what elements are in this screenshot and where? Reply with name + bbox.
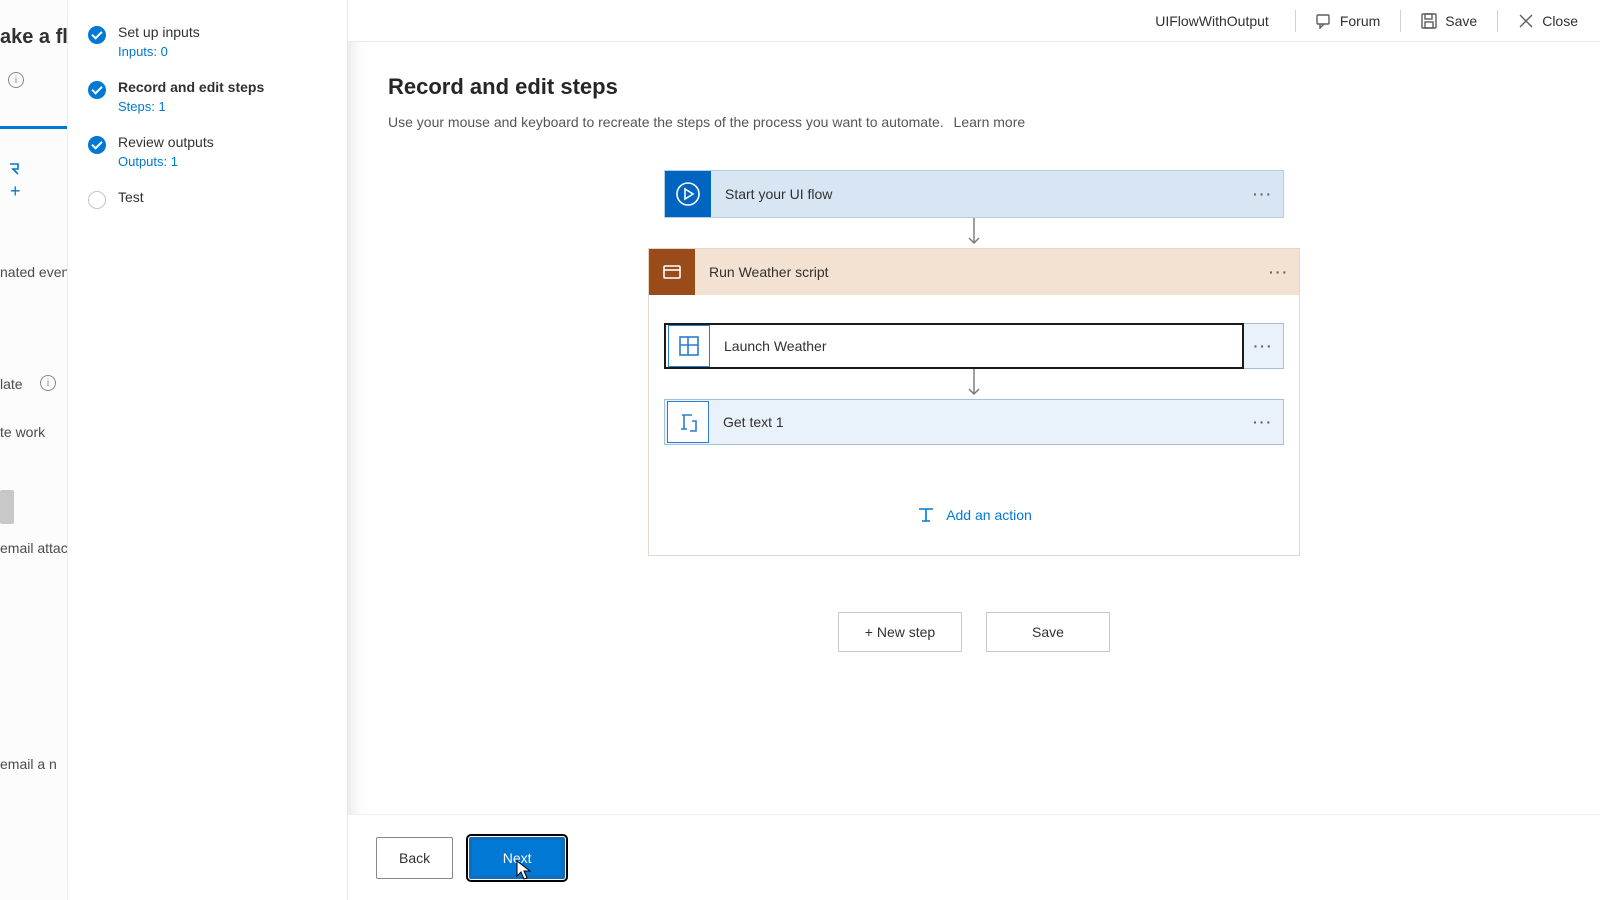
info-icon: i xyxy=(40,375,56,391)
launch-card-label: Launch Weather xyxy=(712,338,1242,354)
card-more-button[interactable]: ··· xyxy=(1244,323,1284,369)
script-header-label: Run Weather script xyxy=(695,264,1259,280)
start-card-label: Start your UI flow xyxy=(711,186,1243,202)
card-more-button[interactable]: ··· xyxy=(1243,414,1283,430)
more-icon: ··· xyxy=(1254,338,1274,354)
close-button[interactable]: Close xyxy=(1504,0,1592,42)
script-body: Launch Weather ··· Get text 1 ··· xyxy=(649,295,1299,555)
check-icon xyxy=(88,26,106,44)
launch-weather-card[interactable]: Launch Weather xyxy=(664,323,1244,369)
wizard-step-inputs[interactable]: Set up inputs Inputs: 0 xyxy=(80,14,335,69)
save-label: Save xyxy=(1445,13,1477,29)
bg-frag-1: nated even xyxy=(0,264,68,280)
save-button[interactable]: Save xyxy=(1407,0,1491,42)
flow-name: UIFlowWithOutput xyxy=(1155,13,1269,29)
card-more-button[interactable]: ··· xyxy=(1259,264,1299,280)
back-button[interactable]: Back xyxy=(376,837,453,879)
get-text-label: Get text 1 xyxy=(711,414,1243,430)
wizard-step-sub: Steps: 1 xyxy=(118,99,264,114)
divider xyxy=(1400,10,1401,32)
footer-bar: Back Next xyxy=(348,814,1600,900)
bg-tool-icons: + xyxy=(8,160,24,200)
page-description: Use your mouse and keyboard to recreate … xyxy=(388,114,1560,130)
wizard-step-title: Set up inputs xyxy=(118,24,200,40)
forum-label: Forum xyxy=(1340,13,1380,29)
bg-tab-underline xyxy=(0,126,68,129)
new-step-label: + New step xyxy=(865,624,935,640)
info-icon: i xyxy=(8,72,24,88)
flow-canvas: Start your UI flow ··· Run Weather scrip… xyxy=(388,170,1560,652)
bg-frag-5: email a n xyxy=(0,756,57,772)
check-icon xyxy=(88,81,106,99)
bg-frag-3: te work xyxy=(0,424,45,440)
forum-button[interactable]: Forum xyxy=(1302,0,1394,42)
more-icon: ··· xyxy=(1269,264,1289,280)
bg-frag-4: email attac xyxy=(0,540,68,556)
script-icon xyxy=(649,249,695,295)
text-icon xyxy=(667,401,709,443)
add-action-label: Add an action xyxy=(946,507,1032,523)
add-action-icon xyxy=(916,505,936,525)
flow-arrow xyxy=(964,218,984,248)
window-icon xyxy=(668,325,710,367)
main-content: Record and edit steps Use your mouse and… xyxy=(348,42,1600,900)
wizard-step-title: Review outputs xyxy=(118,134,214,150)
start-flow-card[interactable]: Start your UI flow ··· xyxy=(664,170,1284,218)
close-label: Close xyxy=(1542,13,1578,29)
wizard-step-test[interactable]: Test xyxy=(80,179,335,219)
next-label: Next xyxy=(503,850,532,866)
canvas-save-button[interactable]: Save xyxy=(986,612,1110,652)
next-button[interactable]: Next xyxy=(469,837,565,879)
card-more-button[interactable]: ··· xyxy=(1243,171,1283,217)
wizard-step-title: Test xyxy=(118,189,144,205)
wizard-step-title: Record and edit steps xyxy=(118,79,264,95)
wizard-step-outputs[interactable]: Review outputs Outputs: 1 xyxy=(80,124,335,179)
new-step-button[interactable]: + New step xyxy=(838,612,962,652)
flow-arrow xyxy=(964,369,984,399)
more-icon: ··· xyxy=(1253,186,1273,202)
back-label: Back xyxy=(399,850,430,866)
background-page-fragment: ake a fl i + nated even late i te work e… xyxy=(0,0,68,900)
step-pending-icon xyxy=(88,191,106,209)
wizard-step-sub: Inputs: 0 xyxy=(118,44,200,59)
play-record-icon xyxy=(665,171,711,217)
bg-heading: ake a fl xyxy=(0,26,68,49)
wizard-panel: Set up inputs Inputs: 0 Record and edit … xyxy=(68,0,348,900)
get-text-card[interactable]: Get text 1 ··· xyxy=(664,399,1284,445)
chat-icon xyxy=(1316,13,1332,29)
divider xyxy=(1497,10,1498,32)
more-icon: ··· xyxy=(1253,414,1273,430)
page-title: Record and edit steps xyxy=(388,74,1560,100)
bg-preview-thumb xyxy=(0,490,14,524)
top-bar: UIFlowWithOutput Forum Save Close xyxy=(348,0,1600,42)
wizard-step-record[interactable]: Record and edit steps Steps: 1 xyxy=(80,69,335,124)
plus-icon: + xyxy=(10,182,24,200)
add-action-button[interactable]: Add an action xyxy=(916,505,1032,525)
wizard-step-sub: Outputs: 1 xyxy=(118,154,214,169)
check-icon xyxy=(88,136,106,154)
divider xyxy=(1295,10,1296,32)
canvas-save-label: Save xyxy=(1032,624,1064,640)
save-icon xyxy=(1421,13,1437,29)
bg-frag-2: late xyxy=(0,376,23,392)
flow-icon xyxy=(8,160,24,176)
close-icon xyxy=(1518,13,1534,29)
script-container: Run Weather script ··· Launch Weather ··… xyxy=(648,248,1300,556)
canvas-buttons: + New step Save xyxy=(838,612,1110,652)
learn-more-link[interactable]: Learn more xyxy=(954,114,1026,130)
script-header[interactable]: Run Weather script ··· xyxy=(649,249,1299,295)
